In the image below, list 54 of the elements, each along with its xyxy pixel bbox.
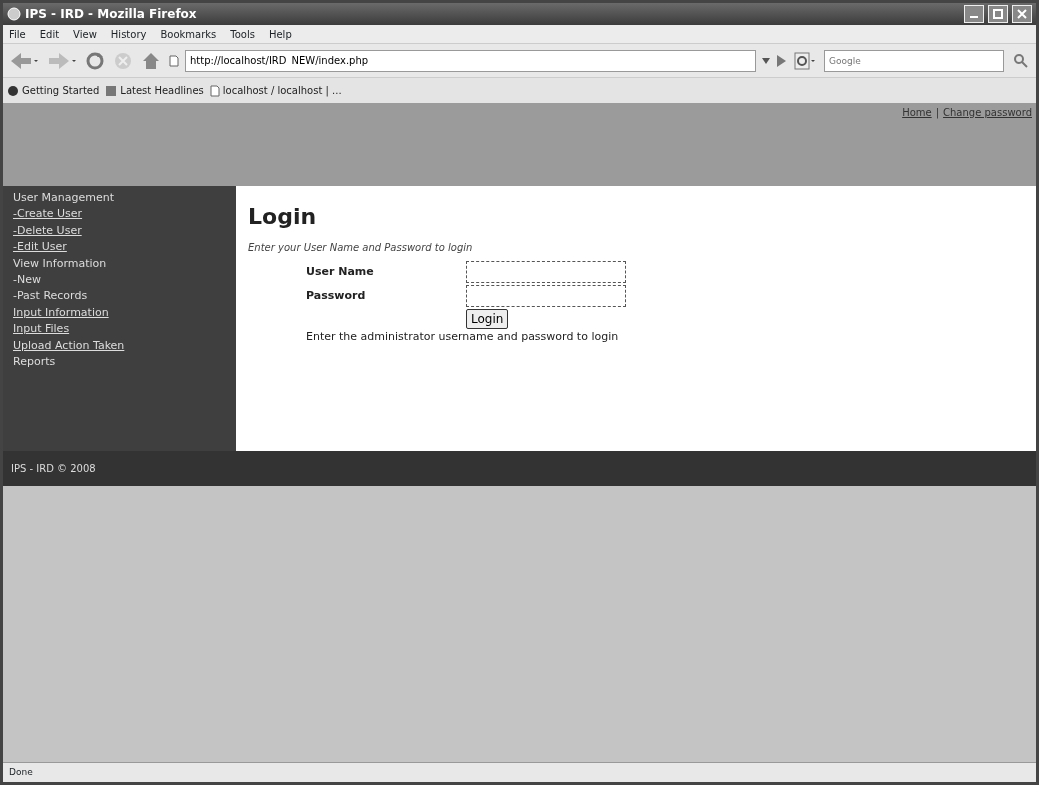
bookmark-label: Latest Headlines bbox=[120, 84, 204, 98]
bookmark-item[interactable]: localhost / localhost | ... bbox=[209, 83, 342, 98]
reload-icon[interactable] bbox=[85, 50, 105, 71]
maximize-icon[interactable] bbox=[988, 5, 1008, 23]
sidebar-heading: View Information bbox=[13, 255, 108, 272]
sidebar-heading: -Past Records bbox=[13, 288, 89, 305]
menu-item[interactable]: View bbox=[73, 26, 97, 42]
window-title: IPS - IRD - Mozilla Firefox bbox=[25, 6, 197, 23]
back-icon[interactable] bbox=[9, 50, 39, 71]
address-field[interactable]: http://localhost/IRD_NEW/index.php bbox=[185, 49, 756, 72]
sidebar-link[interactable]: Input Files bbox=[13, 321, 226, 338]
search-field[interactable]: Google bbox=[824, 49, 1004, 72]
menu-item[interactable]: Tools bbox=[230, 26, 255, 42]
close-icon[interactable] bbox=[1012, 5, 1032, 23]
page-title: Login bbox=[248, 204, 318, 231]
sidebar-link[interactable]: Upload Action Taken bbox=[13, 337, 226, 355]
input-field[interactable] bbox=[466, 285, 626, 308]
menu-item[interactable]: File bbox=[9, 26, 26, 42]
sidebar-heading: Reports bbox=[13, 354, 57, 371]
menu-item[interactable]: Help bbox=[268, 26, 292, 42]
bookmark-label: localhost / localhost | ... bbox=[222, 84, 342, 98]
minimize-icon[interactable] bbox=[964, 5, 984, 23]
menu-item[interactable]: Bookmarks bbox=[160, 26, 217, 42]
footer-text: IPS - IRD © 2008 bbox=[11, 462, 96, 476]
field-label: User Name bbox=[306, 264, 375, 281]
menu-item[interactable]: History bbox=[110, 26, 147, 42]
sidebar-heading: -New bbox=[13, 272, 42, 289]
go-icon[interactable] bbox=[776, 54, 786, 67]
bookmark-item[interactable]: Getting Started bbox=[7, 83, 100, 98]
menu-item[interactable]: Edit bbox=[39, 26, 60, 42]
home-icon[interactable] bbox=[141, 50, 161, 71]
bookmark-label: Getting Started bbox=[22, 84, 100, 98]
sidebar-link[interactable]: Input Information bbox=[13, 304, 226, 322]
search-engine-icon[interactable] bbox=[794, 50, 816, 71]
search-icon[interactable] bbox=[1012, 51, 1030, 70]
bookmark-icon bbox=[105, 84, 118, 97]
page-icon bbox=[169, 54, 179, 67]
login-button[interactable]: Login bbox=[466, 309, 509, 330]
link-separator: | bbox=[935, 106, 940, 120]
bookmark-icon bbox=[7, 84, 19, 97]
header-link[interactable]: Change password bbox=[943, 105, 1032, 120]
bookmark-item[interactable]: Latest Headlines bbox=[105, 83, 204, 98]
sidebar-link[interactable]: -Delete User bbox=[13, 222, 226, 240]
field-label: Password bbox=[306, 288, 367, 305]
sidebar-link[interactable]: -Edit User bbox=[13, 239, 226, 256]
sidebar-link[interactable]: -Create User bbox=[13, 206, 226, 223]
input-field[interactable] bbox=[466, 261, 626, 284]
login-instructions: Enter your User Name and Password to login bbox=[248, 241, 474, 256]
dropdown-icon[interactable] bbox=[762, 57, 770, 64]
sidebar-heading: User Management bbox=[13, 190, 116, 206]
admin-note: Enter the administrator username and password to login bbox=[306, 329, 620, 346]
header-link[interactable]: Home bbox=[902, 105, 932, 120]
status-text: Done bbox=[9, 765, 33, 779]
bookmark-icon bbox=[209, 84, 220, 97]
